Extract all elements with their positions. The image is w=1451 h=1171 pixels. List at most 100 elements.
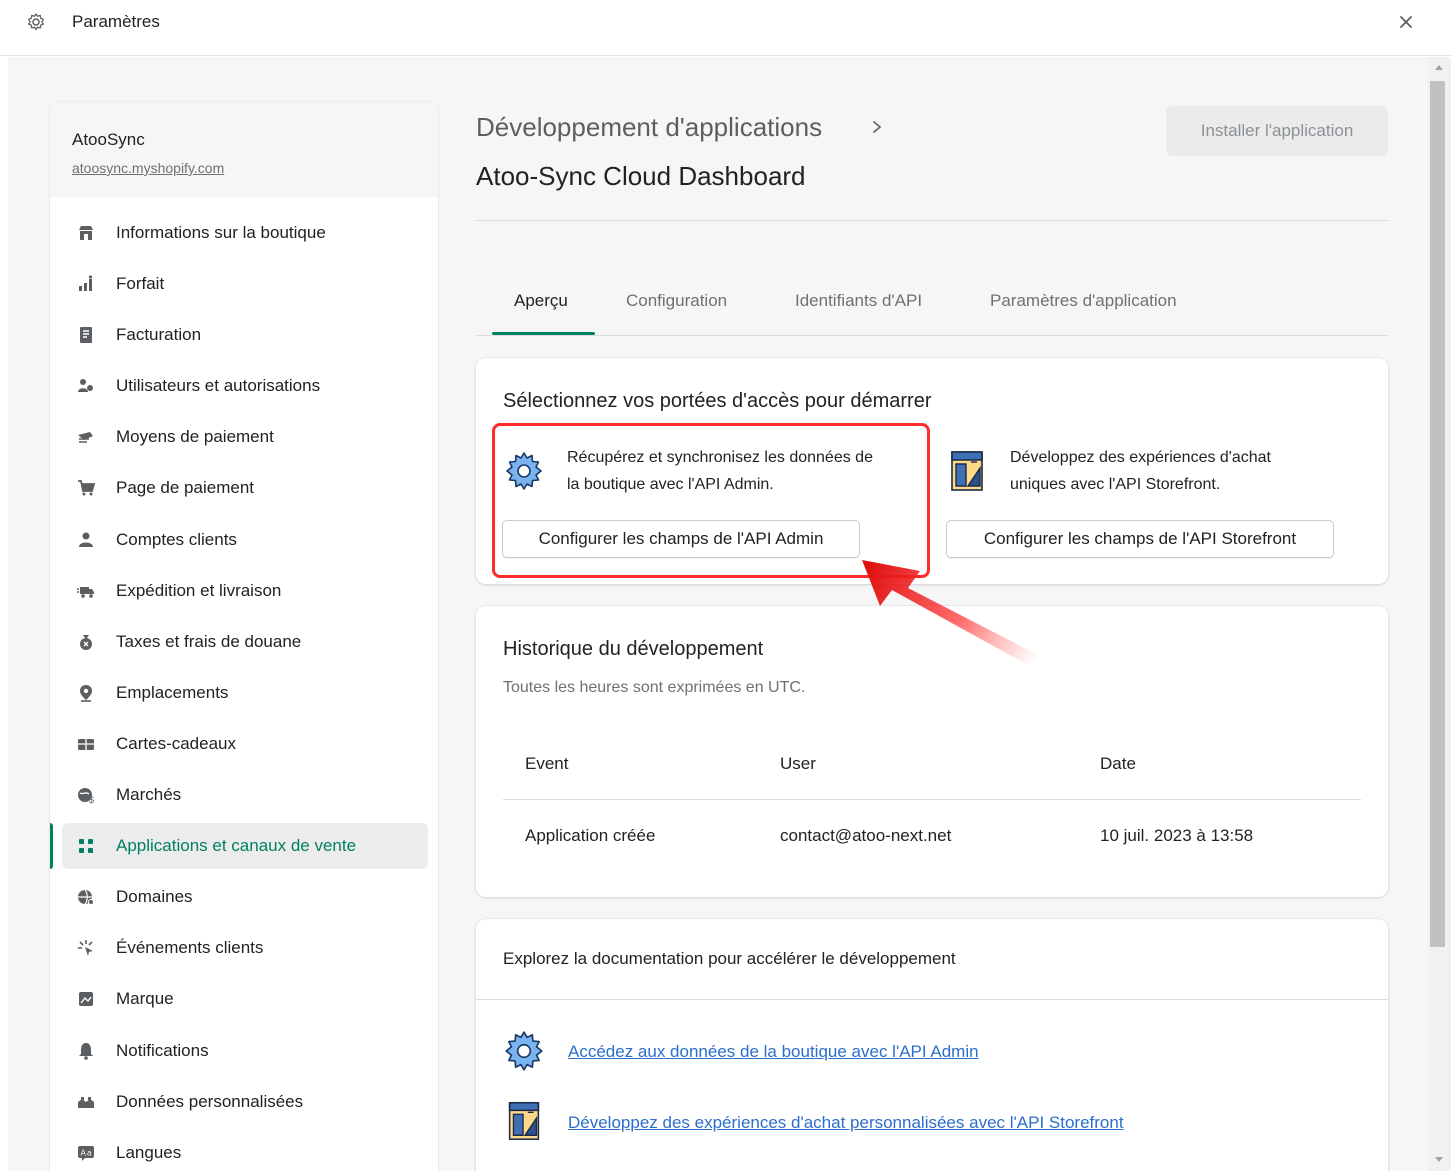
storefront-api-icon (951, 451, 983, 491)
tab-bar: Aperçu Configuration Identifiants d'API … (476, 279, 1388, 336)
payment-icon (78, 432, 93, 444)
table-cell-event: Application créée (525, 826, 656, 845)
store-url-link[interactable]: atoosync.myshopify.com (72, 160, 224, 176)
sidebar-item-customer[interactable]: Comptes clients (50, 515, 438, 566)
sidebar-item-label: Applications et canaux de vente (116, 836, 357, 856)
sidebar-item-label: Facturation (116, 325, 202, 345)
svg-text:$: $ (89, 795, 94, 805)
sidebar-item-apps[interactable]: Applications et canaux de vente (50, 821, 438, 872)
sidebar-item-users[interactable]: Utilisateurs et autorisations (50, 361, 438, 412)
brand-icon (79, 992, 93, 1007)
scroll-up-arrow-icon[interactable] (1435, 65, 1443, 70)
sidebar-item-gift-card[interactable]: Cartes-cadeaux (50, 719, 438, 770)
access-scopes-card: Sélectionnez vos portées d'accès pour dé… (476, 358, 1388, 584)
column-header-date[interactable]: Date (1100, 754, 1136, 774)
store-name: AtooSync (72, 130, 145, 149)
languages-icon: Aa (78, 1145, 94, 1161)
custom-data-icon (78, 1096, 94, 1108)
shipping-icon (77, 586, 94, 598)
close-icon[interactable] (1394, 10, 1418, 34)
scopes-card-title: Sélectionnez vos portées d'accès pour dé… (503, 390, 932, 412)
notification-icon (79, 1042, 93, 1060)
taxes-icon (80, 634, 92, 650)
location-icon (80, 684, 92, 702)
sidebar-item-notification[interactable]: Notifications (50, 1026, 438, 1077)
sidebar-item-plan[interactable]: Forfait (50, 259, 438, 310)
window-title: Paramètres (72, 12, 160, 31)
sidebar-item-label: Notifications (116, 1040, 209, 1060)
settings-page: AtooSync atoosync.myshopify.com Informat… (8, 57, 1428, 1171)
storefront-api-icon (508, 1101, 540, 1140)
active-tab-indicator (492, 332, 595, 335)
vertical-scrollbar[interactable] (1428, 57, 1451, 1171)
sidebar-item-custom-data[interactable]: Données personnalisées (50, 1077, 438, 1128)
markets-icon: $ (78, 788, 94, 805)
column-header-user[interactable]: User (780, 754, 816, 774)
domains-icon (78, 889, 94, 906)
sidebar-item-label: Taxes et frais de douane (116, 631, 302, 651)
gift-card-icon (78, 738, 94, 750)
table-divider (503, 799, 1361, 800)
users-icon (78, 379, 93, 393)
sidebar-item-billing[interactable]: Facturation (50, 310, 438, 361)
plan-icon (79, 275, 93, 292)
sidebar-item-languages[interactable]: Aa Langues (50, 1128, 438, 1171)
sidebar-item-checkout[interactable]: Page de paiement (50, 463, 438, 514)
sidebar-item-label: Utilisateurs et autorisations (116, 376, 321, 396)
storefront-api-docs-link[interactable]: Développez des expériences d'achat perso… (568, 1113, 1124, 1133)
customer-icon (79, 532, 93, 547)
gear-icon (28, 13, 44, 31)
scrollbar-thumb[interactable] (1430, 81, 1445, 947)
events-icon (78, 940, 93, 957)
admin-api-description: Récupérez et synchronisez les données de… (567, 449, 873, 493)
tab-api-credentials[interactable]: Identifiants d'API (795, 291, 922, 311)
page-title: Atoo-Sync Cloud Dashboard (476, 161, 806, 191)
sidebar-item-store[interactable]: Informations sur la boutique (50, 208, 438, 259)
column-header-event[interactable]: Event (525, 754, 568, 774)
svg-text:A: A (81, 1148, 87, 1157)
window-titlebar: Paramètres (0, 0, 1451, 56)
configure-storefront-api-button[interactable]: Configurer les champs de l'API Storefron… (946, 520, 1334, 558)
sidebar-item-label: Expédition et livraison (116, 580, 282, 600)
apps-icon (79, 839, 93, 854)
chevron-right-icon (873, 121, 881, 133)
admin-api-gear-icon (505, 1031, 543, 1071)
admin-api-docs-link[interactable]: Accédez aux données de la boutique avec … (568, 1042, 979, 1062)
settings-sidebar: AtooSync atoosync.myshopify.com Informat… (50, 102, 438, 1171)
tab-app-settings[interactable]: Paramètres d'application (990, 291, 1177, 311)
svg-text:a: a (87, 1148, 92, 1157)
scroll-down-arrow-icon[interactable] (1435, 1157, 1443, 1162)
sidebar-item-events[interactable]: Événements clients (50, 923, 438, 974)
checkout-icon (78, 480, 96, 496)
sidebar-item-label: Marchés (116, 785, 182, 805)
configure-admin-api-button[interactable]: Configurer les champs de l'API Admin (502, 520, 860, 558)
admin-api-gear-icon (506, 452, 542, 490)
sidebar-item-brand[interactable]: Marque (50, 974, 438, 1025)
tab-configuration[interactable]: Configuration (626, 291, 727, 311)
sidebar-item-location[interactable]: Emplacements (50, 668, 438, 719)
store-icon (79, 226, 93, 240)
sidebar-item-label: Moyens de paiement (116, 427, 274, 447)
sidebar-nav: Informations sur la boutique Forfait Factu… (50, 208, 438, 1171)
sidebar-item-label: Comptes clients (116, 529, 237, 549)
storefront-api-description: Développez des expériences d'achat uniqu… (1010, 449, 1271, 493)
sidebar-item-shipping[interactable]: Expédition et livraison (50, 566, 438, 617)
sidebar-item-label: Événements clients (116, 938, 264, 958)
install-app-button[interactable]: Installer l'application (1166, 106, 1388, 156)
tab-apercu[interactable]: Aperçu (514, 291, 568, 311)
billing-icon (80, 327, 92, 344)
docs-heading: Explorez la documentation pour accélérer… (503, 949, 956, 968)
sidebar-item-taxes[interactable]: Taxes et frais de douane (50, 617, 438, 668)
active-item-indicator (50, 823, 53, 870)
sidebar-item-label: Page de paiement (116, 478, 254, 498)
sidebar-item-label: Langues (116, 1142, 182, 1162)
sidebar-item-markets[interactable]: $ Marchés (50, 770, 438, 821)
breadcrumb[interactable]: Développement d'applications (476, 112, 822, 143)
sidebar-item-label: Domaines (116, 887, 193, 907)
documentation-card: Explorez la documentation pour accélérer… (476, 919, 1388, 1171)
sidebar-item-label: Emplacements (116, 682, 229, 702)
history-card-title: Historique du développement (503, 638, 764, 660)
sidebar-item-payment[interactable]: Moyens de paiement (50, 412, 438, 463)
sidebar-item-domains[interactable]: Domaines (50, 872, 438, 923)
table-cell-user: contact@atoo-next.net (780, 826, 952, 845)
